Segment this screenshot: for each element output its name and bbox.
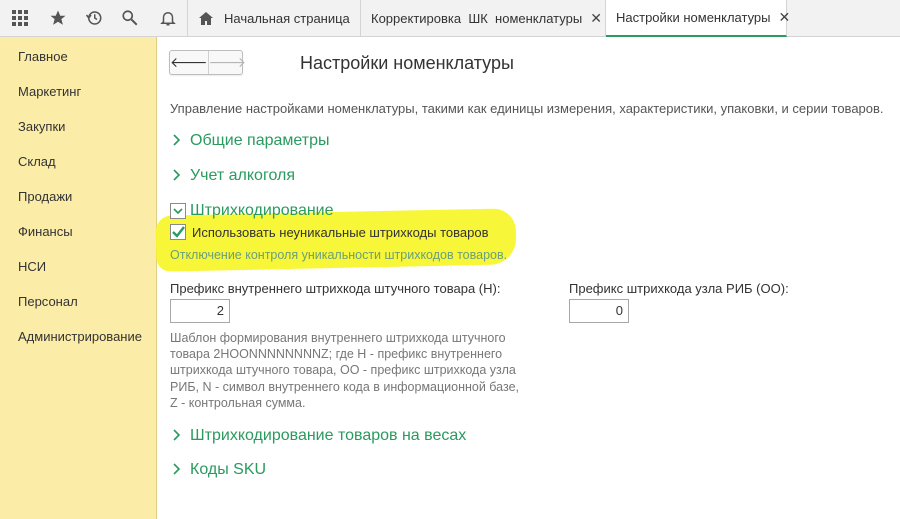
sidebar-item-purchases[interactable]: Закупки <box>18 119 65 134</box>
section-general-label: Общие параметры <box>190 132 330 149</box>
chevron-right-icon <box>172 462 190 479</box>
sidebar-item-finance[interactable]: Финансы <box>18 224 73 239</box>
top-bar: Начальная страница Корректировка ШК номе… <box>0 0 900 37</box>
section-weight-barcoding-label: Штрихкодирование товаров на весах <box>190 427 467 444</box>
close-icon[interactable]: ✕ <box>590 10 602 27</box>
history-nav: 🡐 🡒 <box>169 50 246 75</box>
tab-barcode-correction[interactable]: Корректировка ШК номенклатуры ✕ <box>361 0 606 37</box>
apps-grid-icon[interactable] <box>2 4 38 32</box>
page-description: Управление настройками номенклатуры, так… <box>170 101 884 116</box>
section-barcoding-label[interactable]: Штрихкодирование <box>190 202 334 220</box>
sidebar-item-sales[interactable]: Продажи <box>18 189 72 204</box>
rib-prefix-input[interactable]: 0 <box>569 299 629 323</box>
internal-prefix-label: Префикс внутреннего штрихкода штучного т… <box>170 281 501 296</box>
sidebar-item-warehouse[interactable]: Склад <box>18 154 56 169</box>
history-icon[interactable] <box>76 4 112 32</box>
section-general[interactable]: Общие параметры <box>172 132 330 150</box>
tab-nomenclature-settings[interactable]: Настройки номенклатуры ✕ <box>606 0 790 37</box>
home-icon <box>198 11 214 26</box>
tab-barcode-correction-label: Корректировка ШК номенклатуры <box>371 11 583 26</box>
sidebar-item-marketing[interactable]: Маркетинг <box>18 84 81 99</box>
chevron-right-icon <box>172 133 190 150</box>
section-sku[interactable]: Коды SKU <box>172 461 266 479</box>
nonunique-barcodes-checkbox[interactable] <box>170 224 186 240</box>
section-alcohol[interactable]: Учет алкоголя <box>172 167 295 185</box>
section-weight-barcoding[interactable]: Штрихкодирование товаров на весах <box>172 427 466 445</box>
star-icon[interactable] <box>40 4 76 32</box>
nonunique-barcodes-label[interactable]: Использовать неуникальные штрихкоды това… <box>192 225 489 240</box>
sidebar-item-administration[interactable]: Администрирование <box>18 329 142 344</box>
tab-nomenclature-settings-label: Настройки номенклатуры <box>616 10 771 25</box>
chevron-down-icon <box>173 208 183 215</box>
nonunique-barcodes-hint: Отключение контроля уникальности штрихко… <box>170 248 508 262</box>
checkmark-icon <box>171 226 185 238</box>
sidebar: Главное Маркетинг Закупки Склад Продажи … <box>0 37 157 519</box>
tab-home-label: Начальная страница <box>224 11 350 26</box>
tab-home[interactable]: Начальная страница <box>188 0 361 37</box>
chevron-right-icon <box>172 168 190 185</box>
section-alcohol-label: Учет алкоголя <box>190 167 295 184</box>
sidebar-item-nsi[interactable]: НСИ <box>18 259 46 274</box>
page-title: Настройки номенклатуры <box>300 53 514 73</box>
rib-prefix-label: Префикс штрихкода узла РИБ (ОО): <box>569 281 789 296</box>
bell-icon[interactable] <box>150 4 186 32</box>
section-sku-label: Коды SKU <box>190 461 267 478</box>
section-barcoding-toggle[interactable] <box>170 203 186 219</box>
chevron-right-icon <box>172 428 190 445</box>
sidebar-item-main[interactable]: Главное <box>18 49 68 64</box>
barcode-template-note: Шаблон формирования внутреннего штрихкод… <box>170 331 520 410</box>
internal-prefix-input[interactable]: 2 <box>170 299 230 323</box>
search-icon[interactable] <box>112 4 148 32</box>
close-icon[interactable]: ✕ <box>779 9 791 26</box>
sidebar-item-personnel[interactable]: Персонал <box>18 294 78 309</box>
back-button[interactable]: 🡐 <box>170 51 209 74</box>
forward-button[interactable]: 🡒 <box>209 51 247 74</box>
